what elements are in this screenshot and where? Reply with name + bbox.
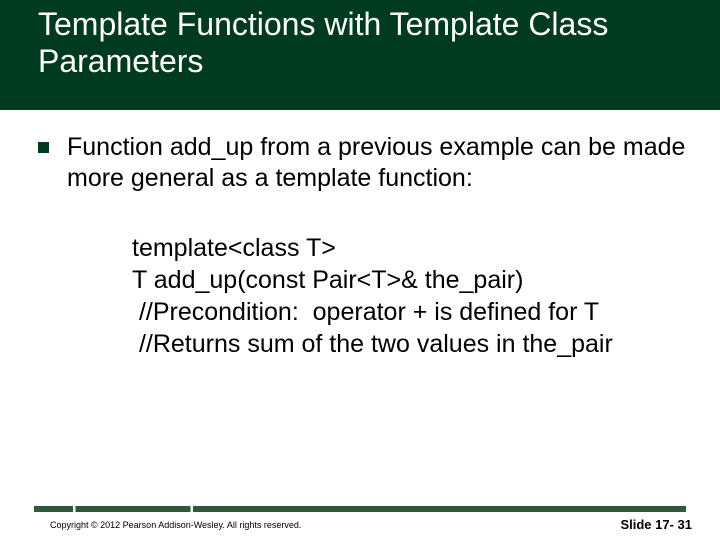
code-line-3: //Precondition: operator + is defined fo… xyxy=(132,296,700,328)
code-line-2: T add_up(const Pair<T>& the_pair) xyxy=(132,264,700,296)
title-band: Template Functions with Template Class P… xyxy=(0,0,720,110)
square-bullet-icon xyxy=(38,142,49,153)
copyright-text: Copyright © 2012 Pearson Addison-Wesley.… xyxy=(50,520,301,530)
bullet-item: Function add_up from a previous example … xyxy=(38,132,690,195)
footer-divider xyxy=(34,506,686,512)
slide-number: Slide 17- 31 xyxy=(620,517,692,532)
slide-title: Template Functions with Template Class P… xyxy=(38,6,720,80)
code-line-4: //Returns sum of the two values in the_p… xyxy=(132,328,700,360)
code-block: template<class T> T add_up(const Pair<T>… xyxy=(132,232,700,360)
content-area: Function add_up from a previous example … xyxy=(38,132,690,195)
code-line-1: template<class T> xyxy=(132,232,700,264)
bullet-text: Function add_up from a previous example … xyxy=(67,132,690,195)
slide: Template Functions with Template Class P… xyxy=(0,0,720,540)
